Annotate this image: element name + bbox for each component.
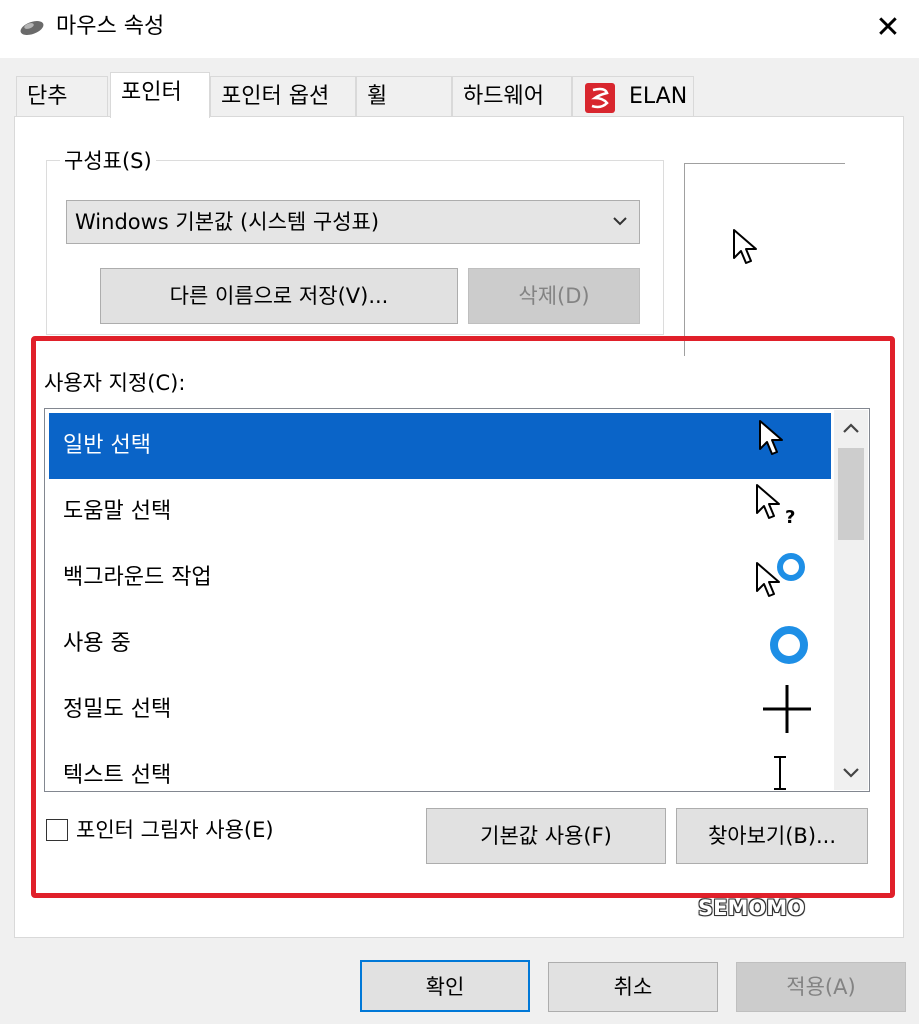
list-item[interactable]: 도움말 선택 ? xyxy=(49,479,831,545)
list-item[interactable]: 정밀도 선택 xyxy=(49,677,831,743)
tab-label: 포인터 옵션 xyxy=(221,84,330,109)
list-item[interactable]: 일반 선택 xyxy=(49,413,831,479)
tab-buttons[interactable]: 단추 xyxy=(16,76,108,116)
list-item[interactable]: 텍스트 선택 xyxy=(49,743,831,791)
crosshair-cursor-icon xyxy=(763,685,811,733)
list-item-label: 일반 선택 xyxy=(63,433,151,458)
close-button[interactable]: ✕ xyxy=(868,10,908,46)
busy-cursor-icon xyxy=(770,626,808,664)
scroll-thumb[interactable] xyxy=(838,448,864,540)
list-item-label: 도움말 선택 xyxy=(63,499,172,524)
watermark: SEMOMO xyxy=(698,896,805,920)
use-default-button[interactable]: 기본값 사용(F) xyxy=(426,808,666,864)
window-title: 마우스 속성 xyxy=(56,14,165,39)
list-item[interactable]: 사용 중 xyxy=(49,611,831,677)
list-item-label: 백그라운드 작업 xyxy=(63,565,212,590)
chevron-down-icon xyxy=(613,217,627,226)
scroll-down-arrow-icon[interactable] xyxy=(834,756,868,790)
apply-button[interactable]: 적용(A) xyxy=(736,962,906,1012)
svg-text:?: ? xyxy=(785,507,795,528)
tab-label: 휠 xyxy=(367,84,388,109)
tab-label: ELAN xyxy=(629,84,688,109)
tab-hardware[interactable]: 하드웨어 xyxy=(452,76,572,116)
tab-label: 포인터 xyxy=(121,80,182,105)
cursor-preview xyxy=(684,163,845,356)
list-item[interactable]: 백그라운드 작업 xyxy=(49,545,831,611)
tab-label: 단추 xyxy=(27,84,68,109)
list-item-label: 정밀도 선택 xyxy=(63,697,172,722)
list-item-label: 사용 중 xyxy=(63,631,131,656)
scheme-label: 구성표(S) xyxy=(60,147,156,175)
save-as-button[interactable]: 다른 이름으로 저장(V)... xyxy=(100,268,458,324)
help-cursor-icon: ? xyxy=(756,484,795,528)
customize-label: 사용자 지정(C): xyxy=(44,371,186,395)
pointer-shadow-checkbox[interactable] xyxy=(46,819,68,841)
tab-pointers[interactable]: 포인터 xyxy=(110,72,210,118)
mouse-icon xyxy=(20,21,44,35)
text-select-cursor-icon xyxy=(774,756,786,790)
scheme-dropdown[interactable]: Windows 기본값 (시스템 구성표) xyxy=(66,200,640,244)
ok-button[interactable]: 확인 xyxy=(360,960,530,1012)
cursor-list[interactable]: 일반 선택 도움말 선택 ? 백그라운드 작업 사용 중 정밀도 선택 텍스트 … xyxy=(44,408,870,792)
tab-elan[interactable]: ELAN xyxy=(572,76,694,116)
list-item-label: 텍스트 선택 xyxy=(63,763,172,788)
tab-wheel[interactable]: 휠 xyxy=(356,76,452,116)
working-in-background-cursor-icon xyxy=(756,553,805,597)
cancel-button[interactable]: 취소 xyxy=(548,962,718,1012)
pointer-shadow-label: 포인터 그림자 사용(E) xyxy=(76,818,274,842)
elan-logo-icon xyxy=(585,83,615,113)
arrow-cursor-icon xyxy=(733,229,757,264)
scroll-up-arrow-icon[interactable] xyxy=(834,412,868,446)
tab-label: 하드웨어 xyxy=(463,84,544,109)
arrow-cursor-icon xyxy=(759,420,783,455)
delete-button[interactable]: 삭제(D) xyxy=(468,268,640,324)
tab-pointer-options[interactable]: 포인터 옵션 xyxy=(210,76,356,116)
browse-button[interactable]: 찾아보기(B)... xyxy=(676,808,868,864)
